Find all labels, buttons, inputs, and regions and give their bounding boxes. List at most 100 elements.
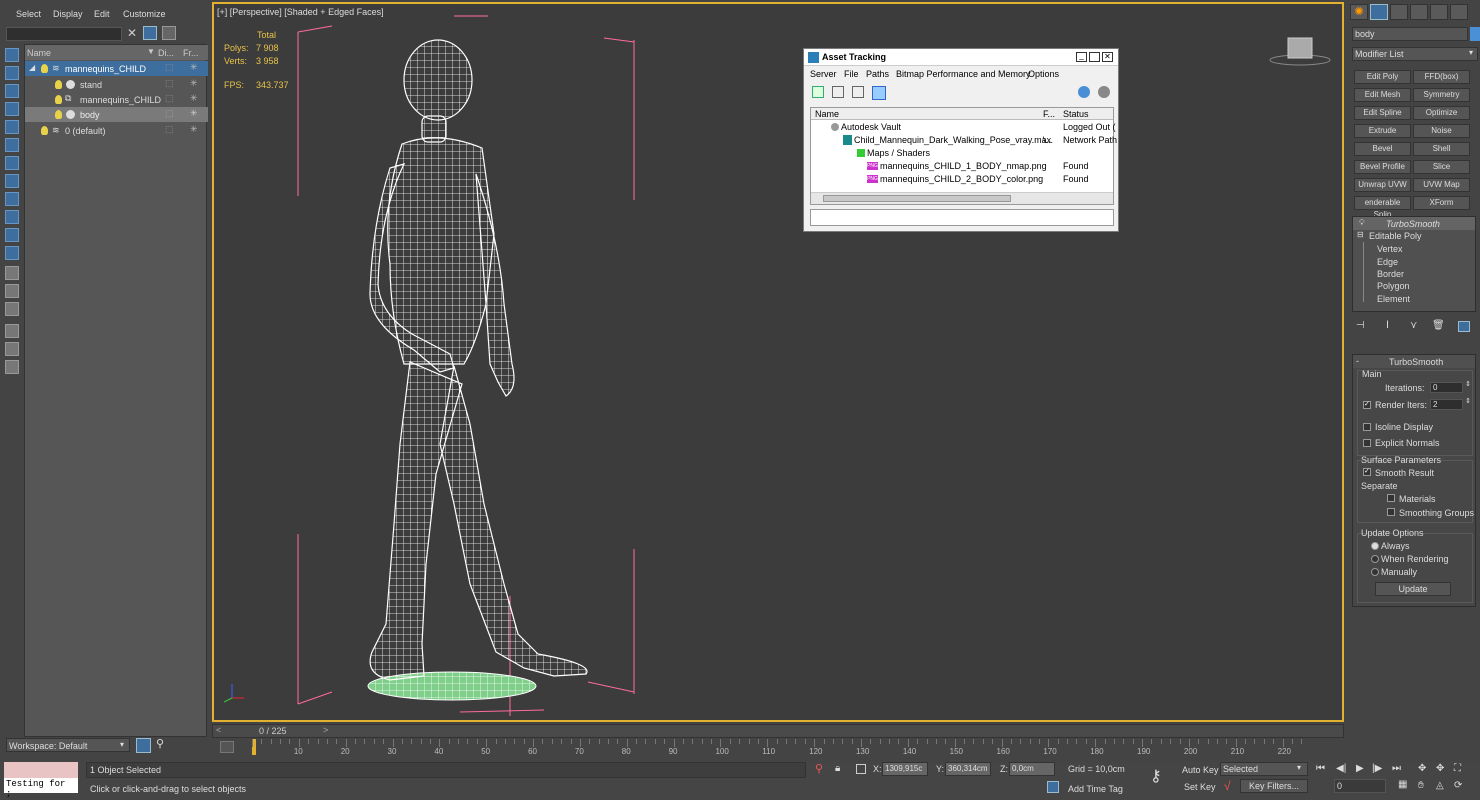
display-box-icon[interactable]: ⬚ bbox=[165, 124, 174, 135]
asset-path-field[interactable] bbox=[810, 209, 1114, 226]
current-frame-input[interactable]: 0 bbox=[1334, 779, 1386, 793]
explorer-search-input[interactable] bbox=[6, 27, 122, 41]
modifier-button[interactable]: Edit Spline bbox=[1354, 106, 1411, 120]
hierarchy-mode-icon[interactable]: ⚲ bbox=[156, 737, 164, 750]
maximize-button[interactable] bbox=[1089, 52, 1100, 62]
tree-row-body[interactable]: body ⬚ ✳ bbox=[25, 107, 208, 122]
zoom-icon[interactable]: ✥ bbox=[1418, 763, 1426, 774]
display-helpers-icon[interactable] bbox=[5, 138, 19, 152]
modifier-button[interactable]: Edit Mesh bbox=[1354, 88, 1411, 102]
menu-customize[interactable]: Customize bbox=[123, 9, 166, 19]
display-box-icon[interactable]: ⬚ bbox=[165, 108, 174, 119]
perspective-viewport[interactable]: [+] [Perspective] [Shaded + Edged Faces]… bbox=[212, 2, 1344, 722]
modifier-button[interactable]: Unwrap UVW bbox=[1354, 178, 1411, 192]
prev-frame-icon[interactable]: < bbox=[216, 725, 221, 735]
col-freeze[interactable]: Fr... bbox=[183, 48, 199, 58]
sub-object-polygon[interactable]: Polygon bbox=[1377, 281, 1410, 291]
lightbulb-icon[interactable] bbox=[41, 64, 48, 73]
tree-row-mannequins-layer[interactable]: ◢ ≋ mannequins_CHILD ⬚ ✳ bbox=[25, 61, 208, 76]
tree-row-stand[interactable]: stand ⬚ ✳ bbox=[25, 77, 208, 92]
modifier-button[interactable]: Slice bbox=[1413, 160, 1470, 174]
lightbulb-icon[interactable]: 💡︎ bbox=[1359, 218, 1365, 228]
modifier-button[interactable]: enderable Splin bbox=[1354, 196, 1411, 219]
key-mode-dropdown[interactable]: Selected bbox=[1220, 762, 1308, 776]
go-to-end-icon[interactable]: ⏭ bbox=[1392, 763, 1401, 774]
manually-radio[interactable] bbox=[1371, 568, 1379, 576]
viewcube[interactable] bbox=[1269, 37, 1331, 66]
render-iters-spinner[interactable]: 2 bbox=[1430, 399, 1463, 410]
lock-icon[interactable]: 🔒︎ bbox=[835, 763, 840, 774]
modifier-button[interactable]: Shell bbox=[1413, 142, 1470, 156]
x-coordinate-input[interactable]: 1309,915c bbox=[882, 762, 928, 776]
update-button[interactable]: Update bbox=[1375, 582, 1451, 596]
when-rendering-radio[interactable] bbox=[1371, 555, 1379, 563]
show-end-result-icon[interactable]: Ⅰ bbox=[1386, 320, 1389, 331]
rollout-collapse-icon[interactable]: - bbox=[1356, 356, 1359, 366]
freeze-snowflake-icon[interactable]: ✳ bbox=[190, 78, 198, 89]
lightbulb-icon[interactable] bbox=[55, 95, 62, 104]
smoothing-groups-checkbox[interactable] bbox=[1387, 508, 1395, 516]
display-groups-icon[interactable] bbox=[5, 174, 19, 188]
display-cameras-icon[interactable] bbox=[5, 120, 19, 134]
display-lights-icon[interactable] bbox=[5, 102, 19, 116]
modifier-button[interactable]: Extrude bbox=[1354, 124, 1411, 138]
horizontal-scrollbar[interactable] bbox=[811, 192, 1113, 204]
lightbulb-icon[interactable] bbox=[55, 110, 62, 119]
table-view-icon[interactable] bbox=[872, 86, 886, 100]
col-asset-f[interactable]: F... bbox=[1043, 109, 1055, 119]
col-display[interactable]: Di... bbox=[158, 48, 174, 58]
orbit-icon[interactable]: ⟳ bbox=[1454, 780, 1462, 791]
sort-icon[interactable] bbox=[5, 284, 19, 298]
settings-icon[interactable] bbox=[1098, 86, 1110, 98]
freeze-snowflake-icon[interactable]: ✳ bbox=[190, 124, 198, 135]
play-icon[interactable]: ▶ bbox=[1356, 763, 1364, 774]
display-box-icon[interactable]: ⬚ bbox=[165, 78, 174, 89]
z-coordinate-input[interactable]: 0,0cm bbox=[1009, 762, 1055, 776]
always-radio[interactable] bbox=[1371, 542, 1379, 550]
display-spacewarps-icon[interactable] bbox=[5, 156, 19, 170]
lightbulb-icon[interactable] bbox=[41, 126, 48, 135]
layer-tools-icon[interactable] bbox=[162, 26, 176, 40]
menu-select[interactable]: Select bbox=[16, 9, 41, 19]
modify-tab-icon[interactable] bbox=[1370, 4, 1388, 20]
display-tab-icon[interactable] bbox=[1430, 4, 1448, 20]
next-frame-icon[interactable]: > bbox=[323, 725, 328, 735]
timeline-ruler[interactable]: 10 20 30 40 50 60 70 80 90 100 110 120 130 140 150 160 1… bbox=[252, 739, 1306, 761]
sub-object-element[interactable]: Element bbox=[1377, 294, 1410, 304]
menu-edit[interactable]: Edit bbox=[94, 9, 110, 19]
object-name-input[interactable]: body bbox=[1352, 27, 1468, 41]
display-geometry-icon[interactable] bbox=[5, 66, 19, 80]
col-asset-status[interactable]: Status bbox=[1063, 109, 1089, 119]
explicit-normals-checkbox[interactable] bbox=[1363, 439, 1371, 447]
add-time-tag[interactable]: Add Time Tag bbox=[1068, 784, 1123, 794]
key-filters-button[interactable]: Key Filters... bbox=[1240, 779, 1308, 793]
go-to-start-icon[interactable]: ⏮ bbox=[1316, 763, 1325, 774]
object-color-swatch[interactable] bbox=[1470, 27, 1480, 41]
modifier-button[interactable]: UVW Map bbox=[1413, 178, 1470, 192]
fov-icon[interactable]: ◬ bbox=[1436, 780, 1444, 791]
display-box-icon[interactable]: ⬚ bbox=[165, 93, 174, 104]
display-frozen-icon[interactable] bbox=[5, 246, 19, 260]
menu-file[interactable]: File bbox=[844, 69, 859, 79]
rollout-header[interactable]: - TurboSmooth bbox=[1353, 355, 1475, 368]
maxscript-listener-pink[interactable] bbox=[4, 762, 78, 778]
stack-item-turbosmooth[interactable]: 💡︎ TurboSmooth bbox=[1353, 217, 1475, 230]
auto-key-button[interactable]: Auto Key bbox=[1182, 765, 1219, 775]
list-view-icon[interactable] bbox=[5, 266, 19, 280]
modifier-button[interactable]: Edit Poly bbox=[1354, 70, 1411, 84]
display-all-icon[interactable] bbox=[5, 48, 19, 62]
expand-arrow-icon[interactable]: ◢ bbox=[29, 63, 35, 72]
minimize-button[interactable]: _ bbox=[1076, 52, 1087, 62]
thumbnail-icon[interactable] bbox=[852, 86, 864, 98]
sub-object-vertex[interactable]: Vertex bbox=[1377, 244, 1403, 254]
find-icon[interactable] bbox=[5, 342, 19, 356]
modifier-button[interactable]: Optimize bbox=[1413, 106, 1470, 120]
list-icon[interactable] bbox=[832, 86, 844, 98]
collapse-icon[interactable]: ⊟ bbox=[1357, 230, 1364, 239]
time-tag-icon[interactable] bbox=[1047, 781, 1059, 793]
iterations-spinner[interactable]: 0 bbox=[1430, 382, 1463, 393]
workspace-dropdown[interactable]: Workspace: Default ▾ bbox=[6, 738, 130, 752]
menu-display[interactable]: Display bbox=[53, 9, 83, 19]
hierarchy-tab-icon[interactable] bbox=[1390, 4, 1408, 20]
pan-icon[interactable]: ✋︎ bbox=[1418, 780, 1424, 791]
